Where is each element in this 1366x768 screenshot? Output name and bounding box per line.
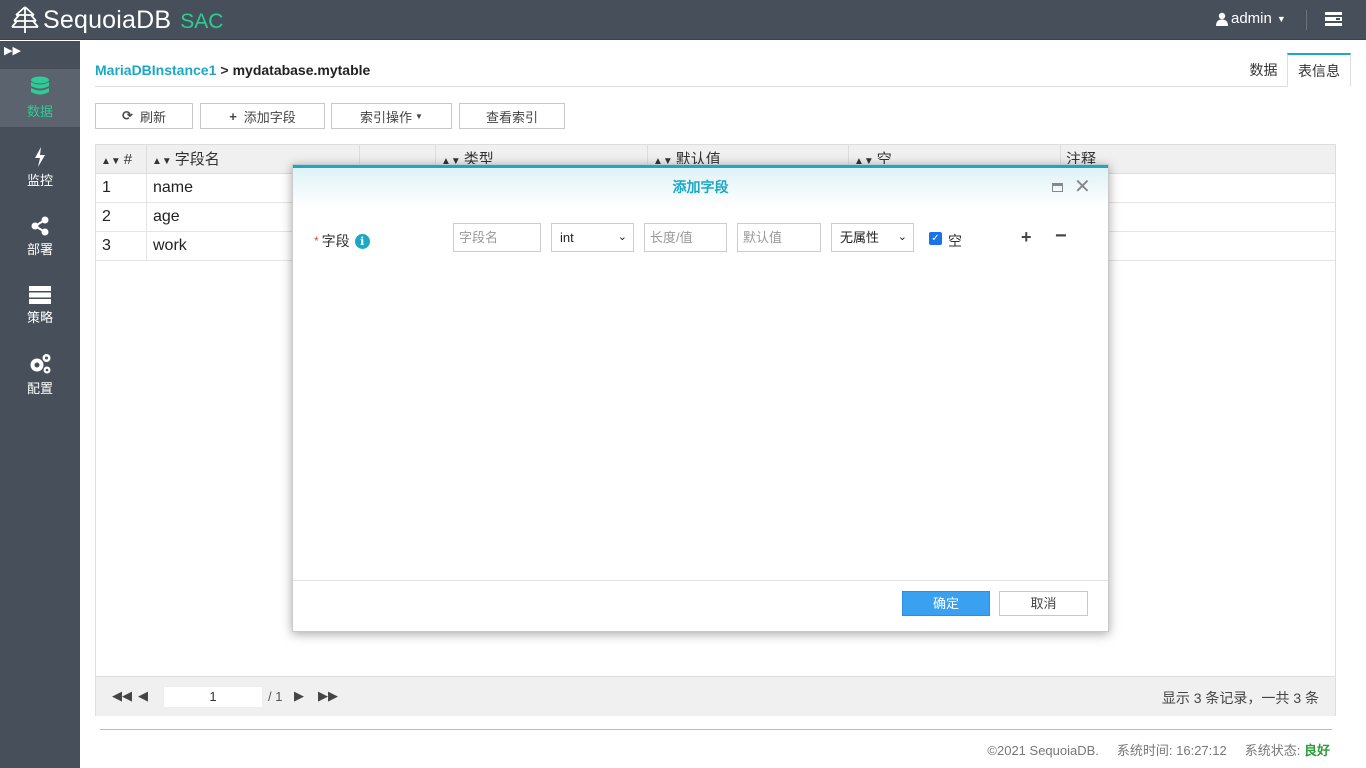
tab-divider [95,86,1351,87]
remove-row-icon[interactable]: − [1055,225,1067,248]
view-index-button[interactable]: 查看索引 [459,103,565,129]
view-index-label: 查看索引 [485,109,538,125]
refresh-icon: ⟳ [122,108,133,123]
sidebar-item-policy[interactable]: 策略 [0,277,80,335]
attribute-select[interactable]: 无属性 ⌄ [831,223,914,252]
sidebar-item-deploy[interactable]: 部署 [0,208,80,266]
breadcrumb-instance-link[interactable]: MariaDBInstance1 [95,62,216,78]
sidebar-item-label: 部署 [26,242,53,257]
database-icon [31,76,49,95]
row-field-name: work [153,237,187,254]
column-header-index[interactable]: ▲▼ # [96,145,147,174]
system-status-label: 系统状态: [1244,743,1301,758]
null-checkbox[interactable]: ✓ [929,232,942,245]
index-ops-button[interactable]: 索引操作 ▼ [331,103,452,129]
page-number-input[interactable]: 1 [163,686,263,708]
refresh-label: 刷新 [139,109,166,125]
first-page-icon[interactable]: ◀◀ [112,688,132,704]
user-icon [1216,12,1228,26]
chevron-down-icon: ⌄ [897,231,907,243]
page-total: / 1 [268,689,283,704]
footer: ©2021 SequoiaDB. 系统时间: 16:27:12 系统状态: 良好 [987,740,1330,759]
field-name-input[interactable]: 字段名 [453,223,541,252]
breadcrumb-separator: > [220,62,229,78]
required-marker: * [314,234,319,248]
field-label: * 字段 i [314,231,370,251]
default-value-input[interactable]: 默认值 [737,223,821,252]
copyright: ©2021 SequoiaDB. [987,743,1099,758]
sidebar-item-data[interactable]: 数据 [0,69,80,127]
add-field-label: 添加字段 [243,109,296,125]
tab-table-info[interactable]: 表信息 [1287,53,1351,87]
prev-page-icon[interactable]: ◀ [138,688,148,704]
field-label-text: 字段 [321,233,350,249]
length-input[interactable]: 长度/值 [644,223,727,252]
close-icon[interactable]: ✕ [1074,177,1091,197]
footer-divider [100,729,1332,730]
row-index: 2 [96,203,147,231]
system-status-value: 良好 [1303,743,1330,758]
row-field-name: name [153,179,194,196]
brand-name: SequoiaDB [43,5,172,34]
dialog-header: 添加字段 ✕ [293,165,1108,207]
sidebar-item-label: 数据 [26,104,53,119]
type-select-value: int [560,230,574,245]
row-field-name: age [153,208,180,225]
sidebar-item-label: 配置 [26,381,53,396]
system-menu-icon[interactable] [1325,12,1342,26]
bolt-icon [35,147,45,167]
sidebar-item-label: 监控 [26,173,53,188]
divider [1306,10,1307,30]
row-index: 3 [96,232,147,260]
logo[interactable]: SequoiaDB SAC [10,4,223,36]
next-page-icon[interactable]: ▶ [294,688,304,704]
sidebar-item-label: 策略 [26,310,53,325]
user-menu[interactable]: admin ▼ [1216,10,1286,27]
tab-data[interactable]: 数据 [1240,53,1287,87]
record-summary: 显示 3 条记录，一共 3 条 [1161,690,1319,706]
top-bar: SequoiaDB SAC admin ▼ [0,0,1366,40]
add-field-dialog: 添加字段 ✕ * 字段 i 字段名 int ⌄ 长度/值 默认值 无属性 ⌄ ✓… [292,164,1109,632]
caret-down-icon: ▼ [1276,13,1286,24]
breadcrumb: MariaDBInstance1 > mydatabase.mytable [95,62,370,78]
expand-sidebar-icon[interactable]: ▶▶ [4,44,21,57]
tree-logo-icon [11,6,39,33]
confirm-button[interactable]: 确定 [902,591,990,616]
cancel-button[interactable]: 取消 [999,591,1088,616]
user-name: admin [1231,10,1272,27]
sort-icon: ▲▼ [152,156,172,167]
chevron-down-icon: ⌄ [617,231,627,243]
info-icon[interactable]: i [354,233,370,249]
brand-suffix: SAC [180,9,224,33]
pagination-bar: ◀◀ ◀ 1 / 1 ▶ ▶▶ 显示 3 条记录，一共 3 条 [96,676,1335,716]
sidebar: ▶▶ 数据 监控 部署 策略 配置 [0,41,80,768]
share-icon [31,216,49,236]
sidebar-item-monitor[interactable]: 监控 [0,139,80,197]
caret-down-icon: ▼ [415,111,423,121]
dialog-title: 添加字段 [672,179,729,195]
type-select[interactable]: int ⌄ [551,223,634,252]
sort-icon: ▲▼ [101,156,121,167]
server-icon [29,286,51,304]
null-checkbox-label: 空 [948,233,962,249]
attribute-select-value: 无属性 [840,230,880,245]
gears-icon [30,354,51,374]
sidebar-item-config[interactable]: 配置 [0,346,80,404]
refresh-button[interactable]: ⟳ 刷新 [95,103,193,129]
breadcrumb-current: mydatabase.mytable [232,62,371,78]
row-index: 1 [96,174,147,202]
dialog-footer-divider [293,580,1108,581]
maximize-icon[interactable] [1052,183,1063,192]
last-page-icon[interactable]: ▶▶ [318,688,338,704]
add-row-icon[interactable]: + [1021,227,1032,248]
add-field-button[interactable]: + 添加字段 [200,103,325,129]
system-time: 系统时间: 16:27:12 [1116,743,1227,758]
plus-icon: + [229,108,237,124]
index-ops-label: 索引操作 [360,109,413,125]
